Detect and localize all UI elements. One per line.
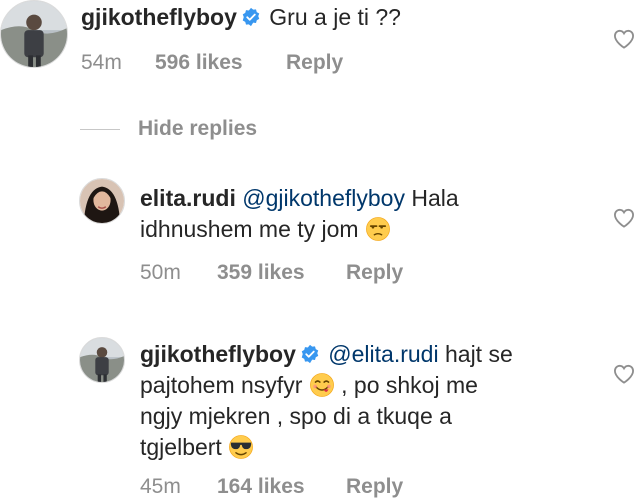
comment-text: hajt se (444, 341, 513, 367)
comment-likes[interactable]: 359 likes (217, 261, 346, 285)
reply-button[interactable]: Reply (346, 261, 403, 285)
comment-text: , po shkoj me (341, 372, 478, 398)
mention-link[interactable]: @elita.rudi (328, 341, 438, 367)
comment-text: ngjy mjekren , spo di a tkuqe a (140, 403, 452, 429)
mention-link[interactable]: @gjikotheflyboy (242, 185, 405, 211)
comment-body: gjikotheflyboy Gru a je ti ?? (81, 2, 581, 33)
comment-likes[interactable]: 596 likes (155, 51, 286, 75)
verified-badge-icon (301, 344, 319, 364)
comment-username[interactable]: gjikotheflyboy (140, 341, 296, 367)
reply-button[interactable]: Reply (286, 51, 343, 75)
heart-outline-icon[interactable] (613, 364, 635, 384)
comment-username[interactable]: elita.rudi (140, 185, 236, 211)
comment-text: Hala (411, 185, 459, 211)
hide-replies-button[interactable]: Hide replies (80, 117, 257, 141)
comment-time[interactable]: 45m (140, 475, 217, 499)
heart-outline-icon[interactable] (613, 29, 635, 49)
comment-text: idhnushem me ty jom (140, 216, 359, 242)
face-savoring-food-emoji (309, 373, 334, 397)
comment-username[interactable]: gjikotheflyboy (81, 4, 237, 30)
comment-meta: 50m 359 likes Reply (140, 261, 403, 285)
avatar[interactable] (79, 337, 125, 383)
comment-meta: 45m 164 likes Reply (140, 475, 403, 499)
comment-meta: 54m 596 likes Reply (81, 51, 343, 75)
comment-text: tgjelbert (140, 434, 222, 460)
comment-time[interactable]: 50m (140, 261, 217, 285)
unamused-face-emoji (366, 217, 390, 241)
comment-text: Gru a je ti ?? (269, 4, 401, 30)
comments-thread: gjikotheflyboy Gru a je ti ?? 54m 596 lik… (0, 0, 640, 500)
verified-badge-icon (242, 7, 260, 27)
avatar[interactable] (79, 178, 125, 224)
comment-likes[interactable]: 164 likes (217, 475, 346, 499)
hide-replies-label: Hide replies (138, 117, 258, 140)
smiling-face-with-sunglasses-emoji (229, 435, 254, 459)
comment-body: gjikotheflyboy @elita.rudi hajt se pajto… (140, 339, 600, 463)
comment-text: pajtohem nsyfyr (140, 372, 303, 398)
comment-time[interactable]: 54m (81, 51, 155, 75)
avatar[interactable] (0, 0, 68, 68)
heart-outline-icon[interactable] (613, 208, 635, 228)
comment-body: elita.rudi @gjikotheflyboy Hala idhnushe… (140, 183, 580, 245)
divider (80, 128, 120, 130)
reply-button[interactable]: Reply (346, 475, 403, 499)
